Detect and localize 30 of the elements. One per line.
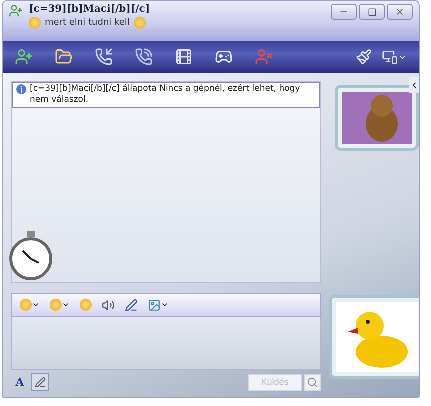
display-menu-icon[interactable] bbox=[382, 49, 407, 65]
window-title: [c=39][b]Maci[/b][/c] bbox=[29, 4, 152, 15]
add-contact-icon[interactable] bbox=[15, 48, 33, 66]
search-icon bbox=[307, 376, 318, 388]
info-message: [c=39][b]Maci[/b][/c] állapota Nincs a gépnél, ezért lehet, hogy nem válaszol. bbox=[30, 84, 302, 106]
font-button[interactable]: A bbox=[11, 373, 29, 391]
phone-call-icon[interactable] bbox=[135, 48, 153, 66]
folder-icon[interactable] bbox=[55, 48, 73, 66]
status-message: mert elni tudni kell bbox=[45, 18, 130, 28]
collapse-button[interactable] bbox=[409, 77, 419, 93]
smiley-icon[interactable] bbox=[20, 299, 40, 311]
teddy-bear-picture bbox=[342, 92, 412, 144]
paintbrush-icon[interactable] bbox=[356, 49, 372, 65]
message-input[interactable] bbox=[11, 317, 321, 370]
smiley-icon bbox=[29, 17, 41, 29]
film-icon[interactable] bbox=[175, 48, 193, 66]
maximize-button[interactable] bbox=[359, 4, 385, 20]
sound-icon[interactable] bbox=[102, 298, 115, 312]
smiley-icon bbox=[134, 17, 146, 29]
buddy-icon bbox=[9, 4, 23, 18]
phone-icon[interactable] bbox=[95, 48, 113, 66]
search-button[interactable] bbox=[304, 374, 321, 390]
pen-icon bbox=[34, 376, 46, 388]
game-icon[interactable] bbox=[215, 48, 233, 66]
close-icon bbox=[395, 7, 405, 17]
close-button[interactable] bbox=[387, 4, 413, 20]
maximize-icon bbox=[368, 8, 376, 16]
minimize-button[interactable] bbox=[331, 4, 357, 20]
image-icon[interactable] bbox=[148, 298, 169, 312]
pen-button[interactable] bbox=[31, 373, 49, 391]
